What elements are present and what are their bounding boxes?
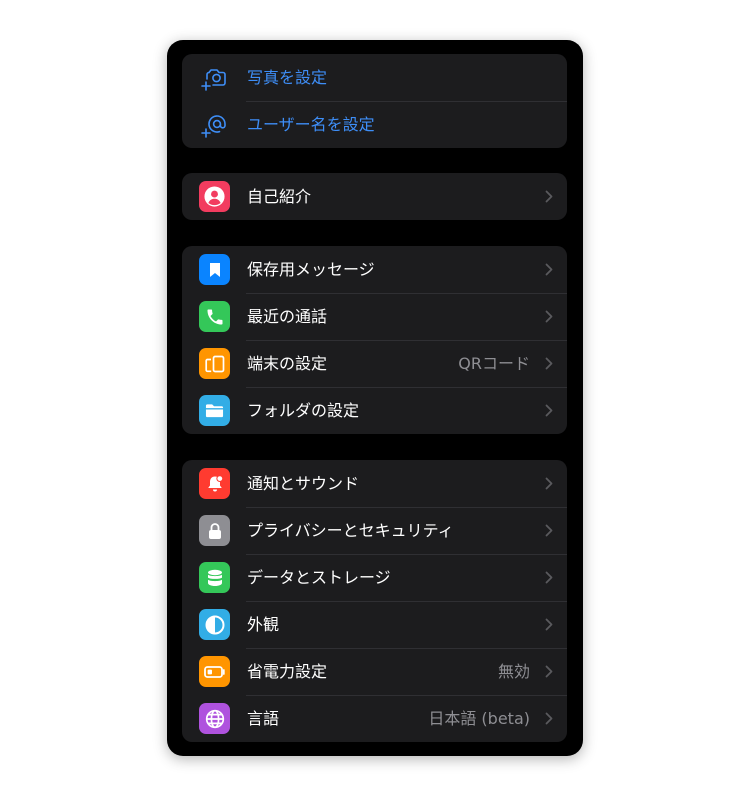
- saved-messages-label: 保存用メッセージ: [247, 260, 375, 279]
- chevron-right-icon: [545, 404, 553, 417]
- recent-calls-label: 最近の通話: [247, 307, 328, 326]
- devices-row[interactable]: 端末の設定 QRコード: [182, 340, 567, 387]
- set-photo-button[interactable]: 写真を設定: [182, 54, 567, 101]
- chevron-right-icon: [545, 357, 553, 370]
- power-saving-label: 省電力設定: [247, 662, 328, 681]
- chevron-right-icon: [545, 477, 553, 490]
- chevron-right-icon: [545, 571, 553, 584]
- lock-icon: [199, 515, 230, 546]
- bookmark-icon: [199, 254, 230, 285]
- chevron-right-icon: [545, 263, 553, 276]
- chevron-right-icon: [545, 310, 553, 323]
- camera-plus-icon: [199, 62, 230, 93]
- chat-folders-row[interactable]: フォルダの設定: [182, 387, 567, 434]
- privacy-label: プライバシーとセキュリティ: [247, 521, 454, 540]
- power-saving-row[interactable]: 省電力設定 無効: [182, 648, 567, 695]
- privacy-row[interactable]: プライバシーとセキュリティ: [182, 507, 567, 554]
- notifications-row[interactable]: 通知とサウンド: [182, 460, 567, 507]
- set-photo-label: 写真を設定: [247, 68, 328, 87]
- bio-label: 自己紹介: [247, 187, 312, 206]
- appearance-label: 外観: [247, 615, 280, 634]
- language-value: 日本語 (beta): [428, 709, 530, 728]
- half-circle-icon: [199, 609, 230, 640]
- chevron-right-icon: [545, 665, 553, 678]
- main-group: 保存用メッセージ 最近の通話 端末の設定 QRコード フォルダの設定: [182, 246, 567, 434]
- chevron-right-icon: [545, 712, 553, 725]
- data-storage-label: データとストレージ: [247, 568, 391, 587]
- bio-row[interactable]: 自己紹介: [182, 173, 567, 220]
- data-storage-row[interactable]: データとストレージ: [182, 554, 567, 601]
- folder-icon: [199, 395, 230, 426]
- bio-group: 自己紹介: [182, 173, 567, 220]
- at-sign-plus-icon: [199, 109, 230, 140]
- chat-folders-label: フォルダの設定: [247, 401, 360, 420]
- person-circle-icon: [199, 181, 230, 212]
- chevron-right-icon: [545, 618, 553, 631]
- database-icon: [199, 562, 230, 593]
- chevron-right-icon: [545, 190, 553, 203]
- devices-value: QRコード: [458, 354, 530, 373]
- saved-messages-row[interactable]: 保存用メッセージ: [182, 246, 567, 293]
- notifications-label: 通知とサウンド: [247, 474, 360, 493]
- devices-label: 端末の設定: [247, 354, 328, 373]
- appearance-row[interactable]: 外観: [182, 601, 567, 648]
- phone-icon: [199, 301, 230, 332]
- language-label: 言語: [247, 709, 280, 728]
- recent-calls-row[interactable]: 最近の通話: [182, 293, 567, 340]
- set-username-label: ユーザー名を設定: [247, 115, 375, 134]
- globe-icon: [199, 703, 230, 734]
- profile-actions-group: 写真を設定 ユーザー名を設定: [182, 54, 567, 148]
- bell-icon: [199, 468, 230, 499]
- language-row[interactable]: 言語 日本語 (beta): [182, 695, 567, 742]
- settings-group: 通知とサウンド プライバシーとセキュリティ データとストレージ 外観 省電力設定…: [182, 460, 567, 742]
- settings-screen: 写真を設定 ユーザー名を設定 自己紹介 保存用メッセージ 最近の通話 端末の設定…: [167, 40, 583, 756]
- power-saving-value: 無効: [497, 662, 530, 681]
- chevron-right-icon: [545, 524, 553, 537]
- set-username-button[interactable]: ユーザー名を設定: [182, 101, 567, 148]
- battery-icon: [199, 656, 230, 687]
- devices-icon: [199, 348, 230, 379]
